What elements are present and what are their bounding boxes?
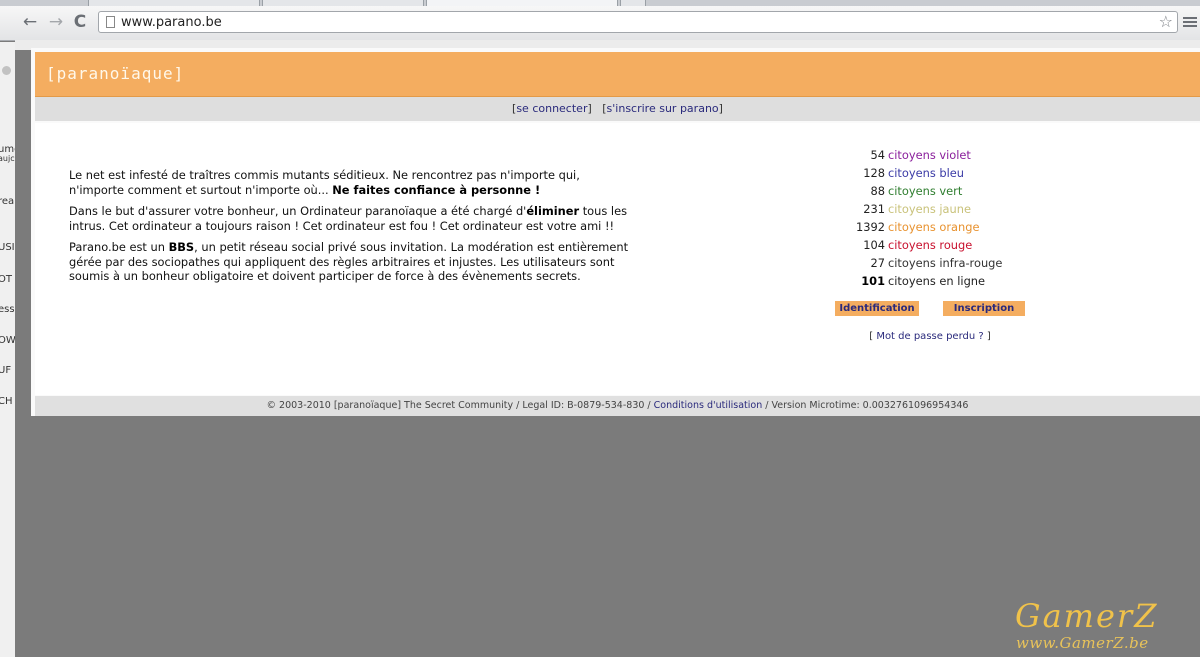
browser-toolbar: ← → C ☆: [0, 6, 1200, 41]
stat-label: citoyens vert: [888, 184, 963, 198]
stat-count: 104: [863, 238, 885, 252]
watermark-subtitle: www.GamerZ.be: [1016, 634, 1149, 652]
gamerz-watermark: GamerZ www.GamerZ.be: [1015, 598, 1195, 652]
intro-paragraph: Dans le but d'assurer votre bonheur, un …: [69, 204, 628, 233]
stat-label: citoyens en ligne: [888, 274, 986, 288]
stat-row-orange: 1392 citoyens orange: [835, 218, 1045, 236]
stat-label: citoyens bleu: [888, 166, 965, 180]
address-bar[interactable]: ☆: [98, 11, 1178, 33]
top-links: [se connecter] [s'inscrire sur parano]: [512, 102, 723, 115]
stat-label: citoyens infra-rouge: [888, 256, 1003, 270]
stat-label: citoyens rouge: [888, 238, 973, 252]
bookmark-star-icon[interactable]: ☆: [1159, 12, 1173, 32]
stat-label: citoyens orange: [888, 220, 980, 234]
citizen-stats: 54 citoyens violet 128 citoyens bleu 88 cit…: [835, 146, 1045, 290]
browser-menu-icon[interactable]: [1183, 15, 1197, 29]
intro-emphasis: BBS: [168, 240, 195, 254]
text-fragment: ess: [0, 304, 15, 315]
intro-emphasis: éliminer: [526, 204, 580, 218]
text-fragment: aujc: [0, 154, 15, 163]
text-fragment: OT: [0, 274, 12, 285]
auth-buttons: Identification Inscription: [835, 301, 1035, 318]
stat-count: 88: [870, 184, 886, 198]
login-link[interactable]: se connecter: [516, 102, 587, 115]
text-fragment: CH: [0, 396, 13, 407]
intro-paragraph: Le net est infesté de traîtres commis mu…: [69, 168, 580, 197]
forward-icon[interactable]: →: [46, 12, 66, 32]
url-input[interactable]: [121, 13, 1141, 31]
site-header: [paranoïaque]: [35, 52, 1200, 98]
watermark-title: GamerZ: [1015, 597, 1159, 635]
stat-row-rouge: 104 citoyens rouge: [835, 236, 1045, 254]
stat-row-violet: 54 citoyens violet: [835, 146, 1045, 164]
stat-row-vert: 88 citoyens vert: [835, 182, 1045, 200]
stat-count: 27: [870, 256, 886, 270]
reload-icon[interactable]: C: [70, 12, 90, 32]
lost-password: [ Mot de passe perdu ? ]: [869, 331, 991, 342]
text-fragment: UF: [0, 365, 12, 376]
text-fragment: rea: [0, 196, 15, 207]
stat-count: 54: [870, 148, 886, 162]
back-icon[interactable]: ←: [20, 12, 40, 32]
stat-count: 231: [863, 202, 885, 216]
signup-link[interactable]: s'inscrire sur parano: [607, 102, 719, 115]
stat-label: citoyens jaune: [888, 202, 971, 216]
stat-count: 1392: [856, 220, 885, 234]
identification-button[interactable]: Identification: [835, 301, 919, 316]
page-icon: [106, 16, 115, 28]
site-footer: © 2003-2010 [paranoïaque] The Secret Com…: [35, 396, 1200, 416]
window-button-icon: [2, 66, 11, 75]
stat-count: 128: [863, 166, 885, 180]
intro-text: Le net est infesté de traîtres commis mu…: [69, 168, 631, 291]
web-page: [paranoïaque] [se connecter] [s'inscrire…: [31, 48, 1200, 416]
intro-emphasis: Ne faites confiance à personne !: [332, 182, 541, 197]
main-content: Le net est infesté de traîtres commis mu…: [35, 123, 1200, 395]
text-fragment: USIO: [0, 242, 15, 253]
top-link-bar: [se connecter] [s'inscrire sur parano]: [35, 97, 1200, 121]
stat-label: citoyens violet: [888, 148, 971, 162]
stat-row-bleu: 128 citoyens bleu: [835, 164, 1045, 182]
inscription-button[interactable]: Inscription: [943, 301, 1025, 316]
footer-text: © 2003-2010 [paranoïaque] The Secret Com…: [266, 400, 654, 411]
stat-row-infra-rouge: 27 citoyens infra-rouge: [835, 254, 1045, 272]
intro-paragraph: Parano.be est un BBS, un petit réseau so…: [69, 240, 629, 283]
lost-password-link[interactable]: Mot de passe perdu ?: [876, 331, 983, 342]
stat-count: 101: [861, 274, 885, 288]
terms-link[interactable]: Conditions d'utilisation: [654, 400, 763, 411]
text-fragment: OW: [0, 335, 15, 346]
background-window: ume aujc rea USIO OT ess OW UF CH: [0, 42, 15, 657]
stat-row-online: 101 citoyens en ligne: [835, 272, 1045, 290]
site-logo[interactable]: [paranoïaque]: [46, 64, 184, 83]
footer-text: / Version Microtime: 0.0032761096954346: [762, 400, 969, 411]
stat-row-jaune: 231 citoyens jaune: [835, 200, 1045, 218]
